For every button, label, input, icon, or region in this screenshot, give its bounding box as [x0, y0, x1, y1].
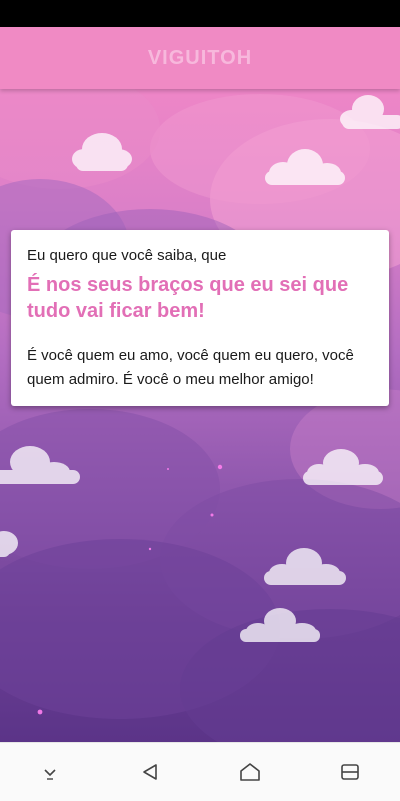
back-icon[interactable]	[130, 752, 170, 792]
home-icon[interactable]	[230, 752, 270, 792]
recent-apps-icon[interactable]	[330, 752, 370, 792]
message-card: Eu quero que você saiba, que É nos seus …	[11, 230, 389, 406]
app-title: VIGUITOH	[147, 46, 253, 69]
background-illustration	[0, 89, 400, 742]
status-bar	[0, 0, 400, 27]
card-body: É você quem eu amo, você quem eu quero, …	[27, 347, 354, 388]
cloudscape-illustration	[0, 89, 400, 742]
hide-keyboard-icon[interactable]	[30, 752, 70, 792]
app-bar: VIGUITOH	[0, 27, 400, 89]
card-headline: É nos seus braços que eu sei que tudo va…	[27, 274, 349, 322]
navigation-bar	[0, 742, 400, 801]
card-intro: Eu quero que você saiba, que	[27, 247, 227, 264]
